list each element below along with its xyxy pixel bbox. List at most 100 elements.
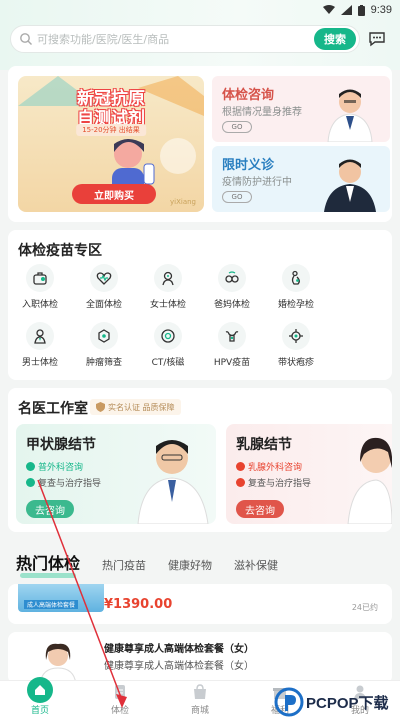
bag-icon: [194, 684, 206, 699]
uterus-icon: [225, 331, 239, 342]
doctor-studio-section: 名医工作室 实名认证 品质保障 甲状腺结节 普外科咨询 复查与治疗指导 去咨询 …: [8, 388, 392, 532]
nav-checkup[interactable]: 体检: [80, 681, 160, 720]
promo-corner-logo: yiXiang: [170, 198, 196, 206]
hot-category-tabs: 热门体检 热门疫苗 健康好物 滋补保健: [16, 550, 386, 580]
check-icon: [236, 478, 245, 487]
product-item[interactable]: 成人高端体检套餐 ¥1390.00 24已约: [8, 584, 392, 624]
thyroid-nodule-card[interactable]: 甲状腺结节 普外科咨询 复查与治疗指导 去咨询: [16, 424, 216, 524]
glasses-icon: [225, 271, 239, 283]
heart-pulse-icon: [96, 272, 112, 285]
product-item[interactable]: 健康尊享成人高端体检套餐（女） 健康尊享成人高端体检套餐（女）: [8, 632, 392, 684]
free-clinic-title: 限时义诊: [222, 158, 275, 173]
zone-item-label: 爸妈体检: [213, 300, 250, 310]
nav-label: 商城: [190, 706, 209, 716]
pregnancy-icon: [291, 270, 300, 285]
checkup-vaccine-zone: 体检疫苗专区 入职体检 全面体检 女士体检 爸妈体检 婚检孕检 男士体检 肿瘤筛…: [8, 230, 392, 380]
search-placeholder: 可搜索功能/医院/医生/商品: [37, 33, 170, 46]
thyroid-line1-text: 普外科咨询: [38, 463, 84, 473]
product-price: ¥1390.00: [104, 597, 173, 612]
check-icon: [236, 462, 245, 471]
search-row: 可搜索功能/医院/医生/商品 搜索: [10, 24, 392, 54]
nav-label: 首页: [30, 706, 49, 716]
zone-item-hpv[interactable]: HPV疫苗: [200, 322, 264, 372]
breast-nodule-card[interactable]: 乳腺结节 乳腺外科咨询 复查与治疗指导 去咨询: [226, 424, 392, 524]
search-button[interactable]: 搜索: [314, 28, 356, 50]
nav-mall[interactable]: 商城: [160, 681, 240, 720]
verified-badge: 实名认证 品质保障: [90, 399, 181, 415]
breast-consult-button[interactable]: 去咨询: [236, 500, 284, 518]
message-icon[interactable]: [368, 30, 386, 48]
zone-item-parents[interactable]: 爸妈体检: [200, 264, 264, 314]
signal-icon: [340, 5, 352, 15]
status-time: 9:39: [370, 4, 392, 16]
buy-now-button[interactable]: 立即购买: [72, 184, 156, 204]
tab-hot-vaccine[interactable]: 热门疫苗: [102, 557, 146, 573]
zone-item-women[interactable]: 女士体检: [136, 264, 200, 314]
checkup-consult-title: 体检咨询: [222, 88, 275, 103]
woman-icon: [162, 271, 174, 286]
checkup-consult-subtitle: 根据情况量身推荐: [222, 107, 302, 118]
search-input[interactable]: 可搜索功能/医院/医生/商品 搜索: [10, 25, 360, 53]
thyroid-line2-text: 复查与治疗指导: [38, 479, 102, 489]
verified-badge-text: 实名认证 品质保障: [108, 402, 175, 412]
doctor-avatar: [324, 159, 376, 212]
search-icon: [20, 33, 32, 45]
zone-item-label: 肿瘤筛查: [85, 358, 122, 368]
product-sold-count: 24已约: [351, 603, 378, 612]
thyroid-line1: 普外科咨询: [26, 460, 83, 473]
check-icon: [26, 462, 35, 471]
breast-title: 乳腺结节: [236, 437, 292, 453]
zone-item-ct[interactable]: CT/核磁: [136, 322, 200, 372]
doctor-photo: [137, 440, 209, 524]
studio-title: 名医工作室: [18, 401, 88, 417]
zone-item-men[interactable]: 男士体检: [8, 322, 72, 372]
shield-icon: [96, 402, 105, 412]
home-icon: [27, 677, 53, 703]
doctor-avatar: [327, 89, 373, 142]
thyroid-title: 甲状腺结节: [26, 437, 96, 453]
breast-line1-text: 乳腺外科咨询: [248, 463, 303, 473]
free-clinic-go-button[interactable]: GO: [222, 191, 252, 203]
zone-item-placeholder: [328, 264, 392, 314]
status-bar: 9:39: [0, 0, 400, 20]
tab-health-goods[interactable]: 健康好物: [168, 557, 212, 573]
breast-line2: 复查与治疗指导: [236, 476, 311, 489]
zone-item-shingles[interactable]: 带状疱疹: [264, 322, 328, 372]
tab-supplements[interactable]: 滋补保健: [234, 557, 278, 573]
man-icon: [34, 329, 46, 344]
banner-section: 新冠抗原 自测试剂 15-20分钟 出结果 立即购买 yiXiang 体检咨询 …: [8, 66, 392, 222]
ct-scan-icon: [161, 329, 175, 343]
check-icon: [26, 478, 35, 487]
nav-home[interactable]: 首页: [0, 677, 80, 720]
briefcase-icon: [33, 272, 47, 285]
checkup-consult-go-button[interactable]: GO: [222, 121, 252, 133]
promo-banner[interactable]: 新冠抗原 自测试剂 15-20分钟 出结果 立即购买 yiXiang: [18, 76, 204, 212]
thyroid-consult-button[interactable]: 去咨询: [26, 500, 74, 518]
checkup-consult-card[interactable]: 体检咨询 根据情况量身推荐 GO: [212, 76, 390, 142]
battery-icon: [357, 4, 365, 16]
thyroid-line2: 复查与治疗指导: [26, 476, 101, 489]
product-image-text: 成人高端体检套餐: [24, 600, 79, 609]
virus-icon: [289, 329, 303, 343]
zone-item-label: 女士体检: [149, 300, 186, 310]
zone-item-label: 婚检孕检: [277, 300, 314, 310]
pcpop-logo: [274, 687, 304, 717]
product-title: 健康尊享成人高端体检套餐（女）: [104, 644, 254, 655]
pcpop-watermark: PCPOP下载: [274, 684, 400, 720]
breast-line1: 乳腺外科咨询: [236, 460, 302, 473]
zone-item-label: HPV疫苗: [213, 358, 251, 368]
tab-hot-checkup[interactable]: 热门体检: [16, 550, 80, 578]
nav-label: 体检: [110, 706, 129, 716]
zone-item-label: CT/核磁: [151, 358, 185, 368]
doctor-photo: [347, 437, 392, 524]
zone-grid: 入职体检 全面体检 女士体检 爸妈体检 婚检孕检 男士体检 肿瘤筛查 CT/核磁…: [8, 264, 392, 372]
zone-item-employment[interactable]: 入职体检: [8, 264, 72, 314]
wifi-icon: [322, 5, 335, 14]
zone-item-marriage[interactable]: 婚检孕检: [264, 264, 328, 314]
zone-item-label: 男士体检: [21, 358, 58, 368]
zone-item-label: 全面体检: [85, 300, 122, 310]
free-clinic-card[interactable]: 限时义诊 疫情防护进行中 GO: [212, 146, 390, 212]
zone-item-full[interactable]: 全面体检: [72, 264, 136, 314]
zone-item-label: 入职体检: [21, 300, 58, 310]
zone-item-tumor[interactable]: 肿瘤筛查: [72, 322, 136, 372]
